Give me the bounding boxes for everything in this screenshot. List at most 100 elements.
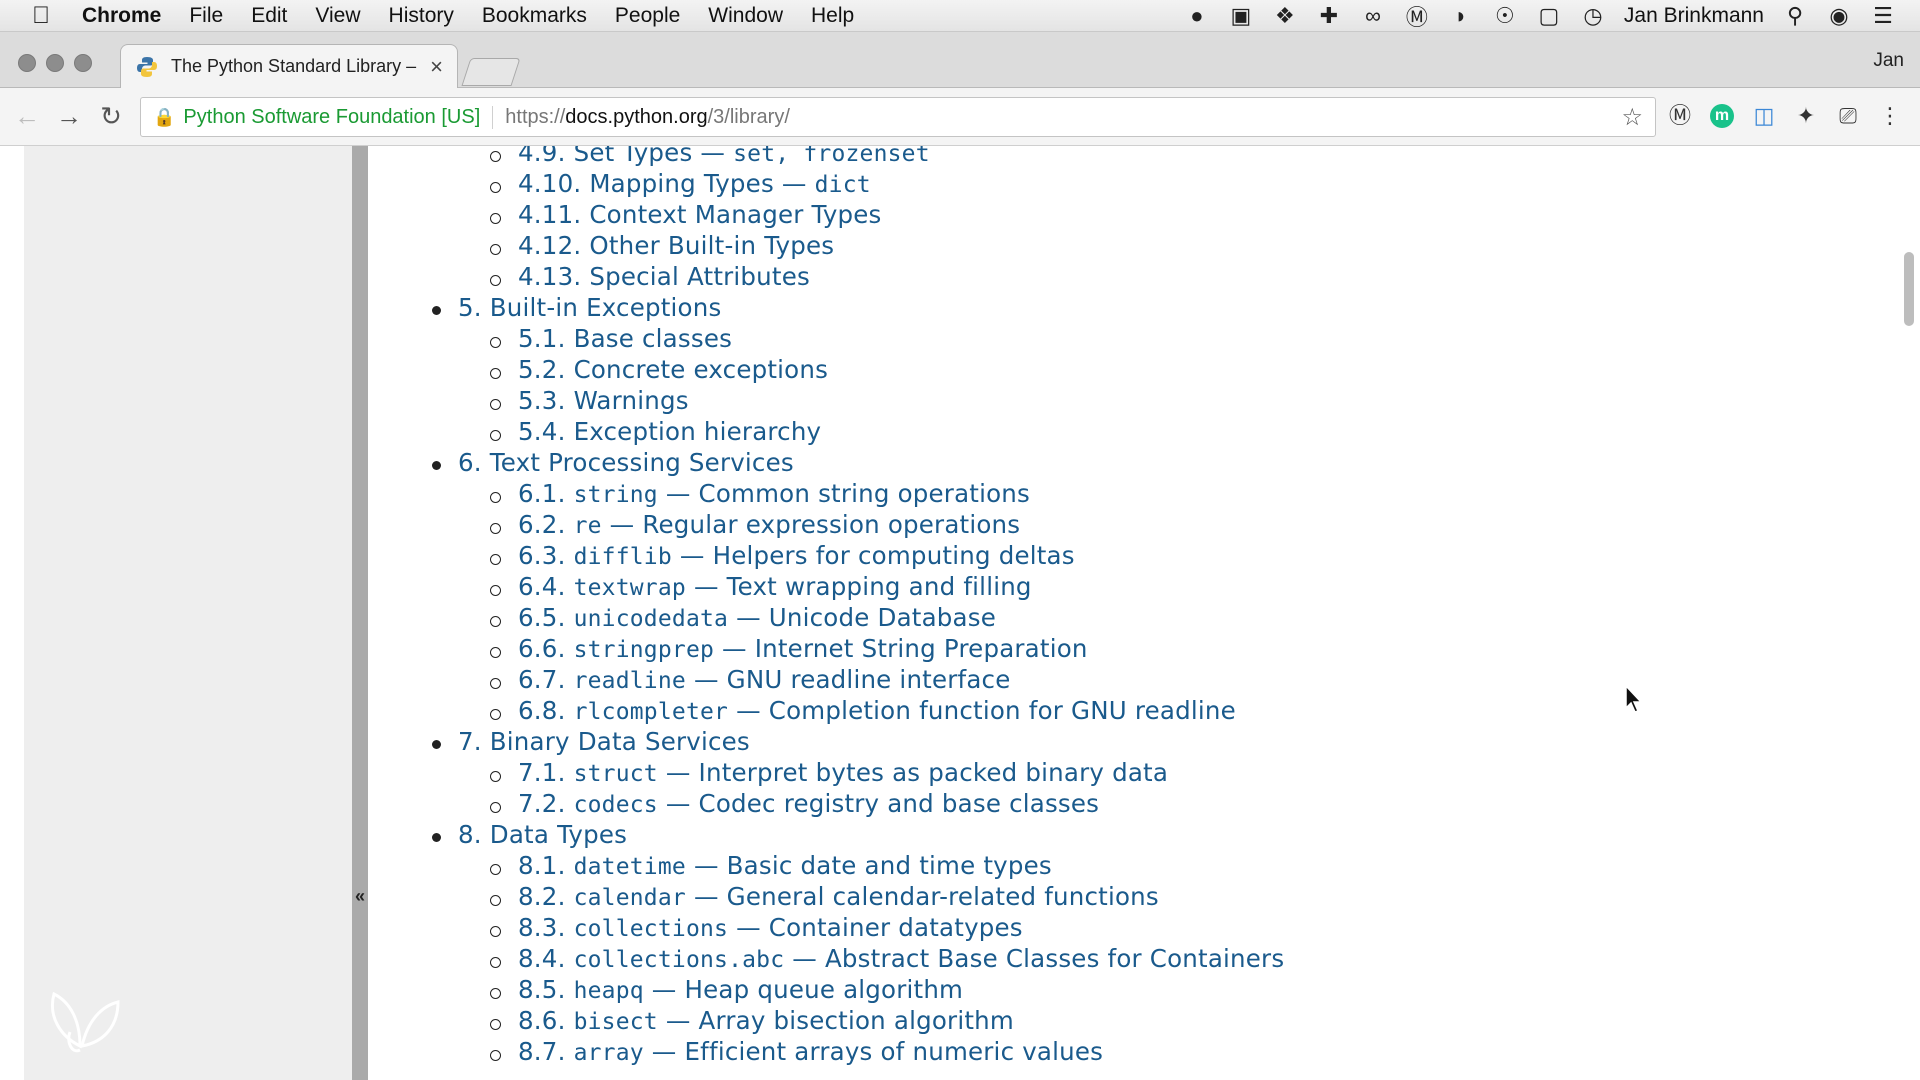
menubar-user-name[interactable]: Jan Brinkmann	[1624, 4, 1764, 28]
sidebar-collapse-bar[interactable]: «	[352, 146, 368, 1080]
bullet-circle-icon	[490, 926, 501, 937]
toc-number: 5.4.	[518, 417, 566, 446]
window-close-button[interactable]	[18, 54, 36, 72]
camera-icon[interactable]: ▢	[1536, 3, 1562, 29]
notification-center-icon[interactable]: ☰	[1870, 3, 1896, 29]
toc-number: 5.	[458, 293, 482, 322]
plus-icon[interactable]: ✚	[1316, 3, 1342, 29]
menu-people[interactable]: People	[601, 4, 694, 28]
creative-cloud-icon[interactable]: ∞	[1360, 3, 1386, 29]
toc-section-link[interactable]: 8. Data Types	[368, 820, 1868, 851]
toc-number: 8.2.	[518, 882, 566, 911]
menu-help[interactable]: Help	[797, 4, 868, 28]
apple-icon[interactable]: 	[0, 2, 82, 30]
toc-subsection-link[interactable]: 8.4. collections.abc — Abstract Base Cla…	[368, 944, 1868, 975]
bullet-circle-icon	[490, 1050, 501, 1061]
menu-bookmarks[interactable]: Bookmarks	[468, 4, 601, 28]
menu-view[interactable]: View	[301, 4, 374, 28]
toc-subsection-link[interactable]: 4.10. Mapping Types — dict	[368, 169, 1868, 200]
toc-subsection-link[interactable]: 7.1. struct — Interpret bytes as packed …	[368, 758, 1868, 789]
address-bar[interactable]: 🔒 Python Software Foundation [US] https:…	[140, 97, 1656, 137]
toc-number: 4.10.	[518, 169, 582, 198]
1password-extension-icon[interactable]: Ⓜ	[1668, 102, 1692, 130]
bullet-circle-icon	[490, 399, 501, 410]
toc-subsection-link[interactable]: 4.9. Set Types — set, frozenset	[368, 146, 1868, 169]
mouse-pointer-icon	[1625, 684, 1643, 713]
menu-history[interactable]: History	[375, 4, 468, 28]
toc-description: — Heap queue algorithm	[643, 975, 964, 1004]
toc-number: 6.	[458, 448, 482, 477]
collapse-sidebar-icon[interactable]: «	[352, 886, 368, 907]
toc-module-name: set, frozenset	[733, 146, 930, 167]
toc-module-name: heapq	[573, 978, 644, 1004]
toc-section-link[interactable]: 7. Binary Data Services	[368, 727, 1868, 758]
tab-close-icon[interactable]: ×	[430, 54, 443, 80]
toc-number: 7.1.	[518, 758, 566, 787]
tab-extension-icon[interactable]: ◫	[1752, 102, 1776, 130]
security-org-label[interactable]: Python Software Foundation [US]	[183, 105, 494, 129]
toc-subsection-link[interactable]: 6.6. stringprep — Internet String Prepar…	[368, 634, 1868, 665]
toc-subsection-link[interactable]: 4.13. Special Attributes	[368, 262, 1868, 293]
toc-subsection-link[interactable]: 6.4. textwrap — Text wrapping and fillin…	[368, 572, 1868, 603]
headphones-icon[interactable]: ☉	[1492, 3, 1518, 29]
toc-subsection-link[interactable]: 8.7. array — Efficient arrays of numeric…	[368, 1037, 1868, 1068]
m-extension-icon[interactable]: m	[1710, 104, 1734, 128]
toc-section-link[interactable]: 5. Built-in Exceptions	[368, 293, 1868, 324]
window-minimize-button[interactable]	[46, 54, 64, 72]
chrome-menu-icon[interactable]: ⋮	[1878, 102, 1902, 130]
toc-subsection-link[interactable]: 8.3. collections — Container datatypes	[368, 913, 1868, 944]
reload-icon[interactable]: ↻	[90, 101, 132, 132]
toc-subsection-link[interactable]: 6.5. unicodedata — Unicode Database	[368, 603, 1868, 634]
scrollbar-thumb[interactable]	[1904, 252, 1914, 326]
bird-extension-icon[interactable]: ✦	[1794, 102, 1818, 130]
toc-subsection-link[interactable]: 7.2. codecs — Codec registry and base cl…	[368, 789, 1868, 820]
toc-subsection-link[interactable]: 8.6. bisect — Array bisection algorithm	[368, 1006, 1868, 1037]
toc-number: 5.3.	[518, 386, 566, 415]
menu-file[interactable]: File	[175, 4, 237, 28]
1password-icon[interactable]: Ⓜ	[1404, 0, 1430, 32]
toc-subsection-link[interactable]: 4.12. Other Built-in Types	[368, 231, 1868, 262]
toc-number: 6.8.	[518, 696, 566, 725]
toc-subsection-link[interactable]: 5.4. Exception hierarchy	[368, 417, 1868, 448]
menu-app-chrome[interactable]: Chrome	[82, 4, 175, 28]
leaf-icon[interactable]: ◗	[1448, 3, 1474, 29]
toc-subsection-link[interactable]: 5.2. Concrete exceptions	[368, 355, 1868, 386]
toc-subsection-link[interactable]: 8.2. calendar — General calendar-related…	[368, 882, 1868, 913]
spotlight-search-icon[interactable]: ⚲	[1782, 3, 1808, 29]
menu-window[interactable]: Window	[694, 4, 797, 28]
window-zoom-button[interactable]	[74, 54, 92, 72]
toc-section-link[interactable]: 6. Text Processing Services	[368, 448, 1868, 479]
time-machine-icon[interactable]: ◷	[1580, 3, 1606, 29]
tab-python-standard-library[interactable]: The Python Standard Library – ×	[120, 44, 458, 88]
bullet-circle-icon	[490, 368, 501, 379]
code-extension-icon[interactable]: ⎚	[1836, 102, 1860, 130]
toc-subsection-link[interactable]: 5.1. Base classes	[368, 324, 1868, 355]
new-tab-button[interactable]	[461, 58, 521, 86]
dropbox-icon[interactable]: ❖	[1272, 3, 1298, 29]
toc-description: — Efficient arrays of numeric values	[643, 1037, 1104, 1066]
toc-subsection-link[interactable]: 6.2. re — Regular expression operations	[368, 510, 1868, 541]
toc-subsection-link[interactable]: 8.1. datetime — Basic date and time type…	[368, 851, 1868, 882]
chat-icon[interactable]: ●	[1184, 3, 1210, 29]
bullet-disc-icon	[432, 833, 441, 842]
toc-number: 6.4.	[518, 572, 566, 601]
bookmark-star-icon[interactable]: ☆	[1621, 103, 1643, 132]
toc-subsection-link[interactable]: 6.3. difflib — Helpers for computing del…	[368, 541, 1868, 572]
lock-icon[interactable]: 🔒	[153, 107, 175, 128]
toc-description: — Regular expression operations	[601, 510, 1021, 539]
toc-subsection-link[interactable]: 4.11. Context Manager Types	[368, 200, 1868, 231]
photo-icon[interactable]: ▣	[1228, 3, 1254, 29]
toc-subsection-link[interactable]: 8.5. heapq — Heap queue algorithm	[368, 975, 1868, 1006]
bullet-circle-icon	[490, 182, 501, 193]
menu-edit[interactable]: Edit	[237, 4, 301, 28]
toc-module-name: stringprep	[573, 637, 715, 663]
toc-description: — GNU readline interface	[685, 665, 1011, 694]
profile-button[interactable]: Jan	[1873, 50, 1904, 72]
siri-icon[interactable]: ◉	[1826, 3, 1852, 29]
forward-arrow-icon[interactable]: →	[48, 101, 90, 132]
toc-subsection-link[interactable]: 5.3. Warnings	[368, 386, 1868, 417]
toc-module-name: unicodedata	[573, 606, 729, 632]
back-arrow-icon[interactable]: ←	[6, 101, 48, 132]
toc-title: Set Types —	[573, 146, 734, 167]
toc-subsection-link[interactable]: 6.1. string — Common string operations	[368, 479, 1868, 510]
